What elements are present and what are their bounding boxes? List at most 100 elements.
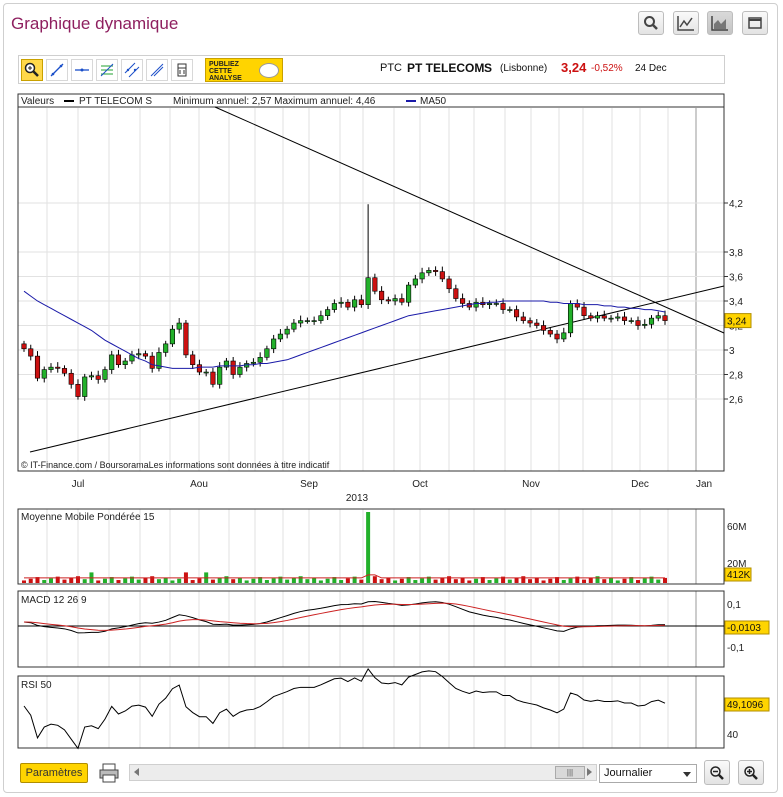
zoom-out-button[interactable]	[704, 760, 730, 785]
macd-line	[23, 600, 666, 634]
candle-body	[392, 298, 398, 302]
candle-body	[68, 372, 74, 385]
volume-bar	[366, 512, 371, 583]
chart-area[interactable]: 2,62,833,23,43,63,84,2JulAouSepOctNovDec…	[0, 0, 783, 797]
volume-bar	[224, 576, 229, 583]
params-button[interactable]: Paramètres	[20, 763, 88, 783]
candle-body	[554, 333, 560, 340]
candle-body	[433, 270, 439, 272]
candle-body	[385, 299, 391, 302]
time-scrollbar[interactable]: |||	[129, 764, 597, 781]
candle-body	[55, 366, 61, 369]
candle-body	[534, 322, 540, 326]
volume-bar	[487, 580, 492, 583]
volume-bar	[210, 579, 215, 583]
scroll-right-icon[interactable]	[587, 768, 592, 776]
candle-body	[203, 371, 209, 374]
x-tick-label: Aou	[190, 479, 208, 490]
chart-labels: 2,62,833,23,43,63,84,2JulAouSepOctNovDec…	[21, 96, 770, 741]
candle-body	[426, 270, 432, 274]
volume-bar	[170, 580, 175, 583]
candle-body	[446, 278, 452, 290]
y-tick-label: 3,8	[729, 248, 743, 259]
candle-body	[567, 303, 574, 334]
volume-bar	[244, 580, 249, 583]
support-trendline	[29, 285, 725, 453]
volume-bar	[48, 578, 53, 583]
candle-body	[358, 299, 364, 305]
volume-bar	[582, 579, 587, 583]
volume-bar	[339, 580, 344, 583]
candle-body	[594, 315, 601, 319]
candle-body	[493, 303, 499, 305]
period-select[interactable]: Journalier	[599, 764, 697, 783]
volume-bar	[123, 578, 128, 583]
candle-body	[412, 278, 418, 286]
y-tick-label: 2,8	[729, 371, 743, 382]
rsi-title: RSI 50	[21, 680, 52, 691]
volume-bar	[177, 578, 182, 583]
scroll-thumb[interactable]: |||	[555, 766, 585, 779]
candle-body	[41, 369, 47, 379]
volume-bar	[588, 577, 593, 583]
candle-body	[588, 315, 594, 319]
candle-body	[169, 328, 175, 345]
candle-body	[291, 322, 297, 330]
volume-bar	[568, 578, 573, 583]
candle-body	[352, 299, 358, 308]
bottom-bar: Paramètres ||| Journalier	[18, 760, 770, 786]
legend-stats: Minimum annuel: 2,57 Maximum annuel: 4,4…	[173, 96, 376, 107]
y-tick-label: 2,6	[729, 395, 743, 406]
candle-body	[655, 315, 661, 319]
rsi-tick-label: 40	[727, 730, 739, 741]
candle-body	[311, 320, 317, 322]
volume-bar	[494, 578, 499, 583]
candle-body	[601, 315, 607, 319]
volume-bar	[217, 577, 222, 583]
x-tick-label: Dec	[631, 479, 649, 490]
volume-bar	[541, 580, 546, 583]
volume-bar	[325, 578, 330, 583]
candle-body	[277, 333, 283, 340]
volume-bar	[150, 576, 155, 583]
volume-bar	[413, 580, 418, 583]
macd-tick-label: 0,1	[727, 600, 741, 611]
candle-body	[217, 366, 223, 385]
volume-bar	[291, 577, 296, 583]
rsi-line	[23, 668, 666, 750]
panel-frame-main	[17, 93, 725, 472]
candle-body	[21, 343, 27, 350]
scroll-left-icon[interactable]	[134, 768, 139, 776]
legend-series-name: PT TELECOM S	[79, 96, 152, 107]
candle-body	[642, 323, 648, 326]
candle-body	[406, 284, 412, 303]
printer-icon[interactable]	[98, 762, 120, 784]
candle-body	[28, 348, 34, 357]
zoom-out-icon	[710, 765, 724, 780]
candle-body	[520, 316, 526, 321]
candle-body	[662, 315, 668, 321]
volume-bar	[345, 578, 350, 583]
candle-body	[487, 303, 493, 305]
candle-body	[581, 306, 587, 316]
candle-body	[318, 315, 324, 321]
volume-bar	[372, 576, 377, 583]
candle-body	[304, 320, 310, 322]
volume-bar	[561, 580, 566, 583]
volume-bar	[318, 580, 323, 583]
candle-body	[190, 354, 196, 365]
candle-body	[298, 320, 304, 324]
x-tick-label: Nov	[522, 479, 540, 490]
zoom-in-button[interactable]	[738, 760, 764, 785]
volume-bar	[271, 578, 276, 583]
candle-body	[338, 301, 344, 304]
volume-bar	[143, 577, 148, 583]
candle-body	[82, 376, 88, 397]
volume-bar	[42, 580, 47, 583]
resistance-trendline	[214, 106, 725, 334]
candle-body	[561, 332, 567, 340]
volume-tick-label: 60M	[727, 522, 746, 533]
candle-body	[345, 301, 351, 308]
volume-bar	[136, 579, 141, 583]
volume-bar	[285, 579, 290, 583]
